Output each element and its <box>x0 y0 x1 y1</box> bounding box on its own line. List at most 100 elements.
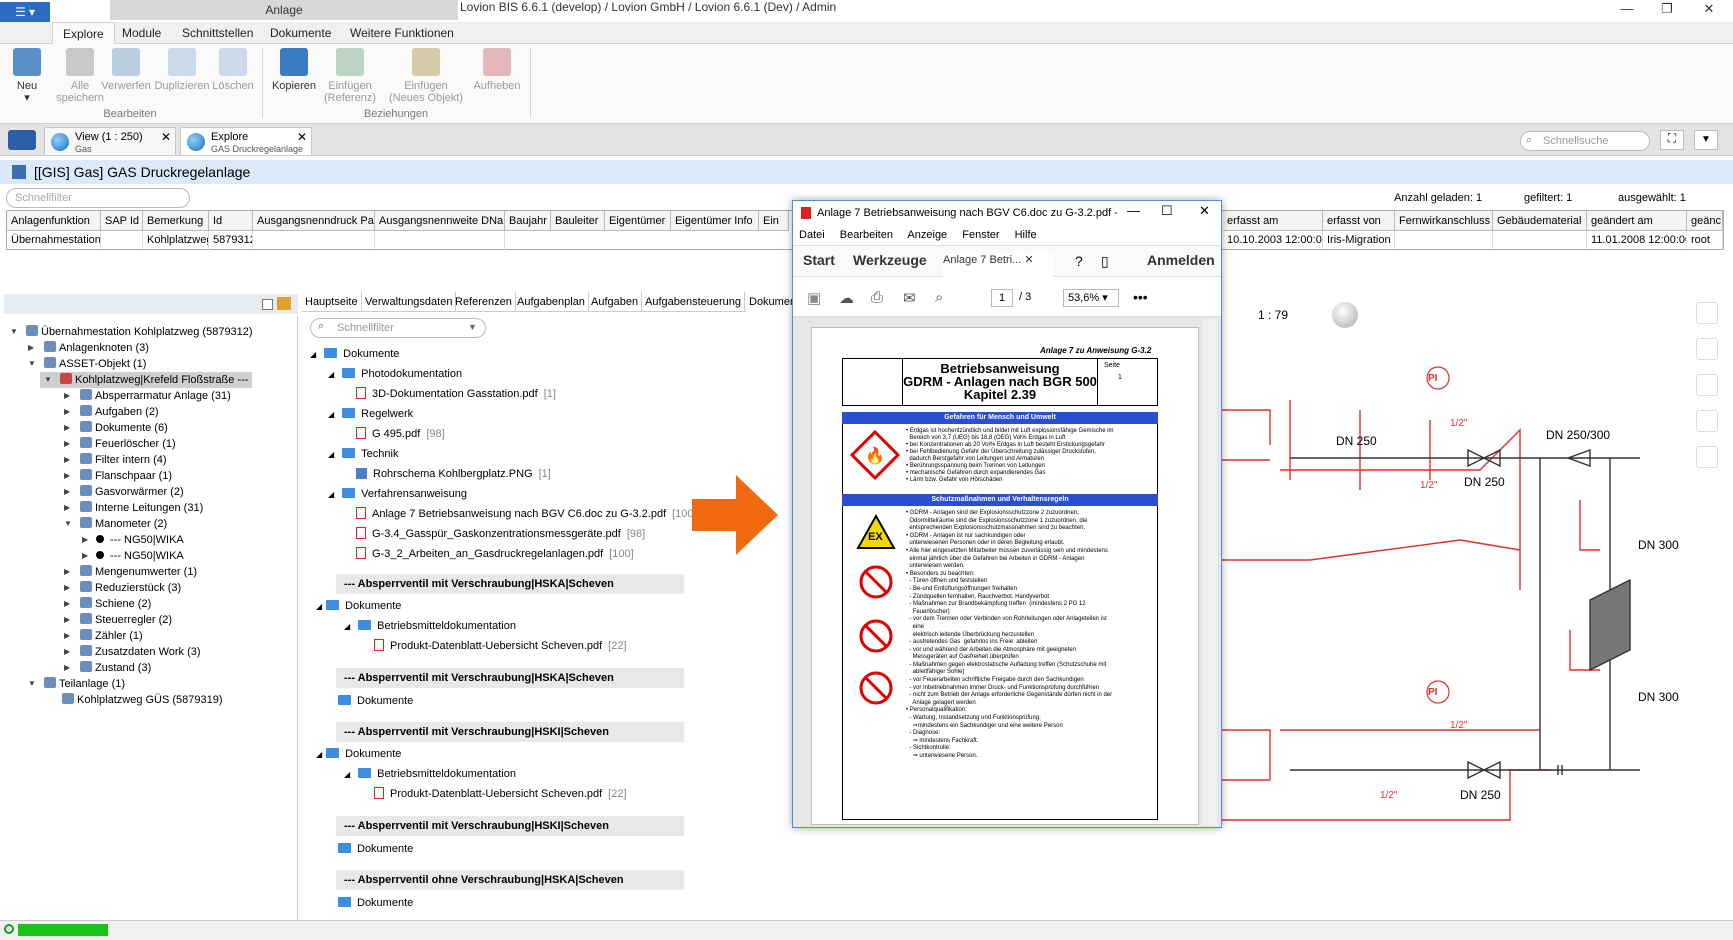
home-icon[interactable] <box>8 130 36 150</box>
edit-icon[interactable] <box>1696 410 1718 432</box>
print-icon[interactable] <box>1696 374 1718 396</box>
table-cell[interactable] <box>1395 231 1493 250</box>
list-item[interactable]: ◢ Regelwerk <box>328 405 413 423</box>
table-cell[interactable]: Kohlplatzweg <box>143 231 209 250</box>
tree-item[interactable]: ▼ Manometer (2) <box>4 516 167 532</box>
paste-new-object-button[interactable]: Einfügen (Neues Objekt) <box>386 48 466 104</box>
table-cell[interactable] <box>1493 231 1587 250</box>
list-item[interactable]: 3D-Dokumentation Gasstation.pdf [1] <box>356 385 556 403</box>
tree-item[interactable]: ▶ Reduzierstück (3) <box>4 580 181 596</box>
maximize-button[interactable]: ❐ <box>1652 0 1682 20</box>
upload-icon[interactable]: ☁ <box>839 289 854 307</box>
search-icon[interactable]: ⌕ <box>935 289 943 306</box>
table-cell[interactable] <box>375 231 505 250</box>
page-number-input[interactable]: 1 <box>991 289 1013 307</box>
zoom-select[interactable]: 53,6% ▾ <box>1063 289 1119 307</box>
column-header[interactable]: Fernwirkanschluss <box>1395 211 1493 231</box>
tab-weitere-funktionen[interactable]: Weitere Funktionen <box>340 22 464 44</box>
checkbox[interactable] <box>262 299 273 310</box>
column-header[interactable]: Ausgangsnennweite DNa <box>375 211 505 231</box>
menu-bearbeiten[interactable]: Bearbeiten <box>840 229 893 241</box>
tree-item[interactable]: ▶ Gasvorwärmer (2) <box>4 484 184 500</box>
column-header[interactable]: geänc <box>1687 211 1723 231</box>
column-header[interactable]: Ein <box>759 211 789 231</box>
column-header[interactable]: geändert am <box>1587 211 1687 231</box>
pdf-start-tab[interactable]: Start <box>803 252 835 268</box>
pdf-minimize-button[interactable]: — <box>1127 203 1140 218</box>
list-item[interactable]: Dokumente <box>338 840 413 858</box>
compass-icon[interactable] <box>1332 302 1358 328</box>
mail-icon[interactable]: ✉ <box>903 289 916 307</box>
tree-item[interactable]: ▶ --- NG50|WIKA <box>4 532 184 548</box>
duplicate-button[interactable]: Duplizieren <box>154 48 210 92</box>
list-item[interactable]: ◢ Dokumente <box>310 345 399 363</box>
pdf-close-button[interactable]: ✕ <box>1199 203 1210 219</box>
tree-item[interactable]: ▶ Schiene (2) <box>4 596 151 612</box>
minimize-button[interactable]: — <box>1612 0 1642 20</box>
close-button[interactable]: ✕ <box>1694 0 1724 20</box>
table-cell[interactable] <box>253 231 375 250</box>
pdf-maximize-button[interactable]: ☐ <box>1161 203 1173 219</box>
unlink-button[interactable]: Aufheben <box>470 48 524 92</box>
column-header[interactable]: SAP Id <box>101 211 143 231</box>
list-item[interactable]: ◢ Dokumente <box>316 597 401 615</box>
list-item[interactable]: Anlage 7 Betriebsanweisung nach BGV C6.d… <box>356 505 697 523</box>
documents-filter-input[interactable]: Schnellfilter <box>310 318 486 338</box>
list-item[interactable]: ◢ Dokumente <box>316 745 401 763</box>
table-cell[interactable]: 11.01.2008 12:00:00 <box>1587 231 1687 250</box>
tab-aufgaben[interactable]: Aufgaben <box>588 292 643 312</box>
list-item[interactable]: G 495.pdf [98] <box>356 425 445 443</box>
more-icon[interactable]: ••• <box>1133 289 1148 305</box>
pin-icon[interactable] <box>1696 338 1718 360</box>
close-tab-icon[interactable]: ✕ <box>297 131 307 143</box>
tree-item[interactable]: ▶ --- NG50|WIKA <box>4 548 184 564</box>
save-icon[interactable]: ▣ <box>807 289 821 307</box>
table-cell[interactable]: Übernahmestation <box>7 231 101 250</box>
tab-explore[interactable]: Explore <box>52 22 115 44</box>
close-icon[interactable]: ✕ <box>1024 254 1033 266</box>
column-header[interactable]: erfasst am <box>1223 211 1323 231</box>
column-header[interactable]: Bemerkung <box>143 211 209 231</box>
table-cell[interactable]: 10.10.2003 12:00:00 <box>1223 231 1323 250</box>
tab-referenzen[interactable]: Referenzen <box>452 292 516 312</box>
column-header[interactable]: erfasst von <box>1323 211 1395 231</box>
tree-item[interactable]: ▶ Steuerregler (2) <box>4 612 172 628</box>
column-header[interactable]: Baujahr <box>505 211 551 231</box>
close-tab-icon[interactable]: ✕ <box>161 131 171 143</box>
group-header[interactable]: --- Absperrventil mit Verschraubung|HSKI… <box>336 816 684 836</box>
list-item[interactable]: ◢ Verfahrensanweisung <box>328 485 467 503</box>
tab-explore-doc[interactable]: Explore GAS Druckregelanlage ✕ <box>180 127 312 155</box>
list-item[interactable]: Rohrschema Kohlbergplatz.PNG [1] <box>356 465 551 483</box>
help-icon[interactable]: ? <box>1075 253 1083 269</box>
table-cell[interactable]: 5879312 <box>209 231 253 250</box>
tab-verwaltungsdaten[interactable]: Verwaltungsdaten <box>362 292 457 312</box>
layer-icon[interactable] <box>1696 302 1718 324</box>
column-header[interactable]: Ausgangsnenndruck Pa <box>253 211 375 231</box>
app-menu-button[interactable]: ☰ ▾ <box>0 2 50 22</box>
list-item[interactable]: Produkt-Datenblatt-Uebersicht Scheven.pd… <box>374 785 627 803</box>
chevron-down-icon[interactable]: ▼ <box>468 322 477 332</box>
list-item[interactable]: G-3_2_Arbeiten_an_Gasdruckregelanlagen.p… <box>356 545 634 563</box>
tree-item[interactable]: ▶ Dokumente (6) <box>4 420 168 436</box>
tab-hauptseite[interactable]: Hauptseite <box>302 292 362 312</box>
group-header[interactable]: --- Absperrventil mit Verschraubung|HSKA… <box>336 668 684 688</box>
menu-fenster[interactable]: Fenster <box>962 229 999 241</box>
column-header[interactable]: Gebäudematerial <box>1493 211 1587 231</box>
paste-reference-button[interactable]: Einfügen (Referenz) <box>318 48 382 104</box>
delete-button[interactable]: Löschen <box>210 48 256 92</box>
tree-item[interactable]: ▶ Interne Leitungen (31) <box>4 500 203 516</box>
tab-aufgabenplan[interactable]: Aufgabenplan <box>514 292 589 312</box>
filter-input[interactable]: Schnellfilter <box>6 188 190 208</box>
table-cell[interactable]: Iris-Migration <box>1323 231 1395 250</box>
new-button[interactable]: Neu ▾ <box>10 48 44 104</box>
tab-schnittstellen[interactable]: Schnittstellen <box>172 22 263 44</box>
tab-module[interactable]: Module <box>112 22 171 44</box>
list-item[interactable]: ◢ Technik <box>328 445 398 463</box>
tree-item-selected[interactable]: ▼ Kohlplatzweg|Krefeld Floßstraße --- <box>40 372 253 388</box>
tree-item[interactable]: ▶ Filter intern (4) <box>4 452 167 468</box>
list-item[interactable]: Produkt-Datenblatt-Uebersicht Scheven.pd… <box>374 637 627 655</box>
tree-item[interactable]: ▼ Übernahmestation Kohlplatzweg (5879312) <box>4 324 253 340</box>
list-item[interactable]: ◢ Betriebsmitteldokumentation <box>344 765 516 783</box>
tree-item[interactable]: ▶ Zähler (1) <box>4 628 143 644</box>
tree-item[interactable]: ▶ Zusatzdaten Work (3) <box>4 644 201 660</box>
